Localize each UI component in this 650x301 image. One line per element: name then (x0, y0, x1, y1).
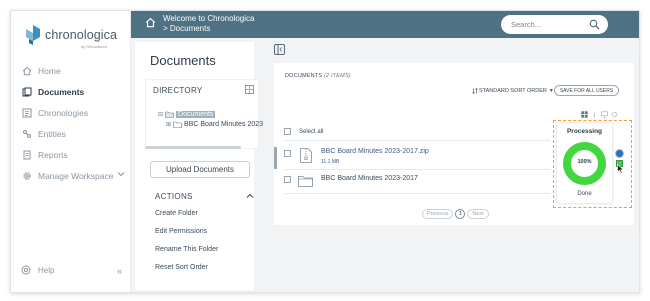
monitor-icon[interactable] (601, 105, 608, 118)
row-checkbox[interactable] (284, 150, 291, 157)
next-page-button[interactable]: Next (467, 209, 489, 219)
search-box (501, 15, 608, 34)
logo: chronologica by Recordsure (25, 23, 125, 55)
view-mode-toolbar (581, 105, 618, 118)
processing-status: Done (577, 191, 592, 197)
sidebar-item-label: Entities (38, 129, 66, 139)
page-number[interactable]: 1 (455, 209, 466, 219)
expand-directory-icon[interactable] (245, 85, 254, 94)
file-size: 11.1 MB (321, 159, 340, 165)
sort-icon (472, 88, 478, 94)
help-label: Help (38, 266, 55, 275)
breadcrumb-current[interactable]: > Documents (163, 24, 210, 33)
directory-label: DIRECTORY (153, 86, 203, 95)
chevron-up-icon[interactable] (246, 192, 254, 200)
action-rename-folder[interactable]: Rename This Folder (155, 246, 218, 253)
search-icon[interactable] (589, 19, 600, 30)
folder-open-icon (165, 111, 174, 118)
tree-child-label: BBC Board Minutes 2023 (184, 121, 264, 128)
tree-root-label: Documents (176, 111, 216, 118)
list-title-label: DOCUMENTS (285, 73, 323, 79)
row-highlight-bar (274, 147, 277, 169)
sidebar-item-label: Manage Workspace (38, 171, 114, 181)
info-icon[interactable] (591, 105, 598, 117)
gear-icon (21, 171, 32, 182)
sidebar-item-manage-workspace[interactable]: Manage Workspace (21, 168, 125, 184)
page-title: Documents (150, 53, 216, 68)
sidebar-item-home[interactable]: Home (21, 63, 125, 79)
sidebar-item-reports[interactable]: Reports (21, 147, 125, 163)
help-icon (21, 265, 32, 276)
search-input[interactable] (511, 19, 586, 30)
save-for-all-users-button[interactable]: SAVE FOR ALL USERS (554, 85, 619, 96)
item-count: (2 ITEMS) (323, 73, 351, 79)
logo-mark-icon (26, 25, 40, 45)
sidebar-item-chronologies[interactable]: Chronologies (21, 105, 125, 121)
tree-child[interactable]: ⊞ BBC Board Minutes 2023 (166, 121, 263, 128)
table-row[interactable] (284, 150, 301, 157)
collapse-node-icon[interactable]: ⊟ (158, 111, 163, 118)
entities-icon (21, 129, 32, 140)
action-reset-sort-order[interactable]: Reset Sort Order (155, 264, 208, 271)
top-header: Welcome to Chronologica > Documents (131, 11, 639, 38)
app-name: chronologica (45, 28, 118, 42)
sidebar-item-label: Documents (38, 87, 85, 97)
processing-title: Processing (566, 128, 603, 135)
row-checkbox[interactable] (284, 176, 291, 183)
status-indicator-dot[interactable] (615, 149, 624, 158)
pagination: Previous 1 Next (422, 209, 489, 219)
action-edit-permissions[interactable]: Edit Permissions (155, 228, 207, 235)
breadcrumb-title: Welcome to Chronologica (163, 14, 255, 23)
sidebar-item-label: Chronologies (38, 108, 89, 118)
sidebar-item-documents[interactable]: Documents (21, 84, 125, 100)
sidebar-item-label: Home (38, 66, 61, 76)
row-divider (284, 193, 550, 194)
collapse-sidebar-icon[interactable]: « (117, 266, 122, 276)
sidebar-item-label: Reports (38, 150, 68, 160)
row-divider (284, 169, 550, 170)
directory-scrollbar[interactable] (145, 146, 241, 149)
home-icon (21, 66, 32, 77)
select-all-label: Select all (299, 128, 324, 135)
actions-header: ACTIONS (155, 192, 193, 201)
action-create-folder[interactable]: Create Folder (155, 210, 198, 217)
sort-order-dropdown[interactable]: STANDARD SORT ORDER ▼ (472, 88, 554, 94)
settings-icon[interactable] (611, 105, 618, 118)
app-tagline: by Recordsure (81, 44, 108, 49)
select-all-checkbox[interactable] (284, 128, 291, 135)
reports-icon (21, 150, 32, 161)
sidebar: chronologica by Recordsure Home Document… (11, 11, 131, 292)
folder-icon (298, 176, 313, 187)
previous-page-button[interactable]: Previous (422, 209, 454, 219)
toggle-panel-icon[interactable] (274, 44, 285, 55)
grid-view-icon[interactable] (581, 105, 588, 118)
row-divider (284, 140, 550, 141)
upload-documents-button[interactable]: Upload Documents (150, 161, 250, 178)
chevron-down-icon[interactable] (117, 170, 125, 180)
home-icon[interactable] (145, 17, 156, 28)
mouse-cursor-icon (617, 164, 624, 174)
documents-icon (21, 87, 32, 98)
folder-icon (173, 121, 182, 128)
zip-file-icon (300, 148, 312, 163)
folder-name-link[interactable]: BBC Board Minutes 2023-2017 (321, 175, 418, 182)
help-link[interactable]: Help (21, 265, 54, 276)
progress-percent: 100% (577, 159, 592, 165)
sidebar-item-entities[interactable]: Entities (21, 126, 125, 142)
sort-order-label: STANDARD SORT ORDER (479, 88, 547, 94)
chronologies-icon (21, 108, 32, 119)
list-title: DOCUMENTS (2 ITEMS) (285, 73, 351, 79)
expand-node-icon[interactable]: ⊞ (166, 121, 171, 128)
file-name-link[interactable]: BBC Board Minutes 2023-2017.zip (321, 148, 429, 155)
tree-root[interactable]: ⊟ Documents (158, 111, 216, 118)
select-all-row: Select all (284, 128, 323, 135)
